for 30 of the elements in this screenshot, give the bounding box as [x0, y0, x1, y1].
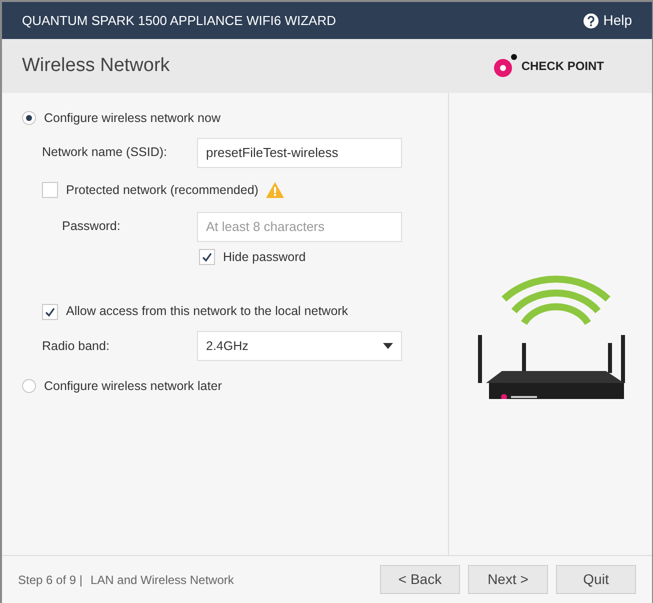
step-indicator: Step 6 of 9 | [18, 572, 82, 588]
field-label: Password: [62, 218, 122, 236]
radio-band-dropdown[interactable]: 2.4GHz [197, 331, 402, 361]
ssid-field[interactable]: presetFileTest-wireless [197, 138, 402, 168]
field-label: Radio band: [42, 338, 110, 355]
wizard-button[interactable]: Quit [556, 565, 636, 594]
option-label: Configure wireless network later [44, 378, 222, 395]
check-icon [44, 306, 56, 318]
checkbox-label: Allow access from this network to the local network [66, 303, 348, 320]
check-icon [201, 250, 213, 263]
checkbox[interactable] [42, 304, 58, 320]
checkbox-label: Hide password [223, 248, 306, 266]
password-field[interactable]: At least 8 characters [197, 212, 402, 242]
help-link[interactable]: Help [583, 10, 632, 31]
step-name: LAN and Wireless Network [90, 572, 234, 588]
field-label: Network name (SSID): [42, 144, 168, 162]
checkbox[interactable] [42, 182, 58, 198]
window-title: QUANTUM SPARK 1500 APPLIANCE WIFI6 WIZARD [22, 12, 336, 30]
checkbox[interactable] [199, 248, 215, 265]
logo-text: CHECK POINT [521, 58, 604, 75]
logo-icon [493, 54, 518, 78]
radio-button[interactable] [22, 111, 36, 126]
help-icon [583, 12, 600, 28]
wizard-button[interactable]: Next > [468, 565, 548, 594]
caret-icon [383, 343, 393, 349]
wizard-button[interactable]: < Back [380, 565, 460, 594]
radio-button[interactable] [22, 379, 36, 394]
checkbox-label: Protected network (recommended) [66, 182, 258, 199]
option-label: Configure wireless network now [44, 110, 220, 127]
page-title: Wireless Network [22, 54, 170, 78]
